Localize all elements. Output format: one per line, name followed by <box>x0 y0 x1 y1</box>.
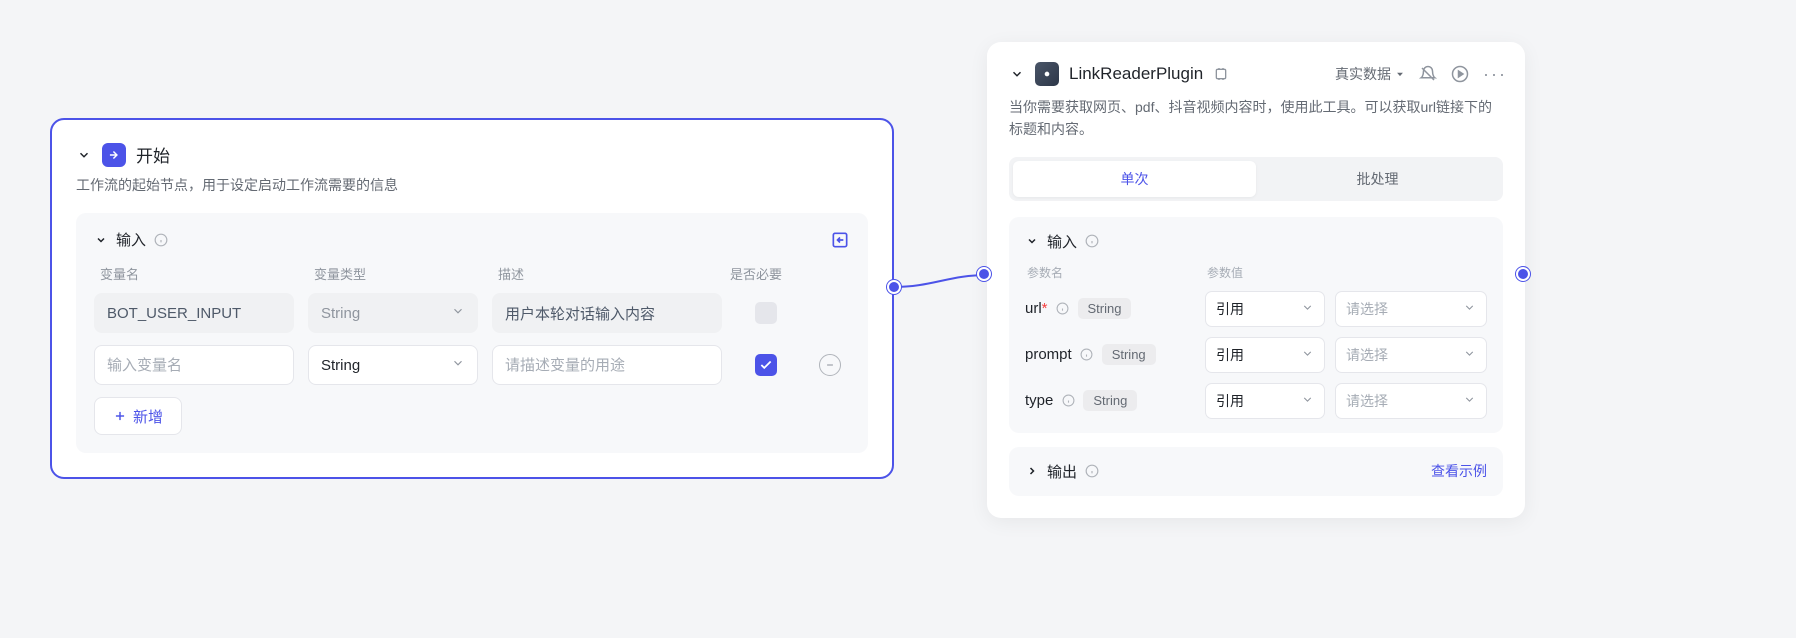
variable-row: String <box>94 293 850 333</box>
collapse-icon[interactable] <box>1009 66 1025 82</box>
type-pill: String <box>1083 390 1137 411</box>
param-row: url* String 引用 请选择 <box>1025 291 1487 327</box>
variable-name-input[interactable] <box>94 345 294 385</box>
chevron-down-icon <box>1463 393 1476 409</box>
data-mode-label: 真实数据 <box>1335 64 1391 84</box>
info-icon[interactable] <box>154 233 168 247</box>
input-handle[interactable] <box>977 267 991 281</box>
chevron-down-icon <box>1301 347 1314 363</box>
ref-label: 引用 <box>1216 299 1244 319</box>
add-button-label: 新增 <box>133 406 163 427</box>
param-col-name: 参数名 <box>1027 264 1197 281</box>
select-placeholder: 请选择 <box>1346 299 1388 319</box>
param-name: url* <box>1025 300 1048 317</box>
variable-type-value: String <box>321 357 360 374</box>
output-handle[interactable] <box>1516 267 1530 281</box>
col-desc: 描述 <box>498 264 716 283</box>
select-placeholder: 请选择 <box>1346 345 1388 365</box>
plugin-node: LinkReaderPlugin 真实数据 ··· 当你需要获取网页、pdf、抖… <box>987 42 1525 518</box>
chevron-down-icon <box>1463 347 1476 363</box>
output-handle[interactable] <box>887 280 901 294</box>
panel-collapse-icon[interactable] <box>94 233 108 247</box>
info-icon[interactable] <box>1085 234 1099 248</box>
param-row: prompt String 引用 请选择 <box>1025 337 1487 373</box>
tab-batch[interactable]: 批处理 <box>1256 161 1499 197</box>
collapse-icon[interactable] <box>76 147 92 163</box>
param-row: type String 引用 请选择 <box>1025 383 1487 419</box>
connection-edge <box>893 265 988 295</box>
type-pill: String <box>1102 344 1156 365</box>
panel-expand-icon[interactable] <box>1025 464 1039 478</box>
chevron-down-icon <box>451 304 465 322</box>
tab-single[interactable]: 单次 <box>1013 161 1256 197</box>
column-headers: 变量名 变量类型 描述 是否必要 <box>94 264 850 293</box>
output-title: 输出 <box>1047 461 1077 482</box>
variable-name-input <box>94 293 294 333</box>
ref-mode-select[interactable]: 引用 <box>1205 337 1325 373</box>
chevron-down-icon <box>1301 393 1314 409</box>
chevron-down-icon <box>1463 301 1476 317</box>
ref-value-select[interactable]: 请选择 <box>1335 383 1487 419</box>
start-icon <box>102 143 126 167</box>
param-name: prompt <box>1025 346 1072 363</box>
plugin-icon <box>1035 62 1059 86</box>
select-placeholder: 请选择 <box>1346 391 1388 411</box>
col-type: 变量类型 <box>314 264 484 283</box>
panel-collapse-icon[interactable] <box>1025 234 1039 248</box>
chevron-down-icon <box>451 356 465 374</box>
import-icon[interactable] <box>830 230 850 250</box>
plugin-output-panel: 输出 查看示例 <box>1009 447 1503 496</box>
input-panel: 输入 变量名 变量类型 描述 是否必要 String <box>76 213 868 453</box>
param-column-headers: 参数名 参数值 <box>1025 264 1487 291</box>
col-name: 变量名 <box>100 264 300 283</box>
pin-icon[interactable] <box>1213 66 1229 82</box>
remove-row-button[interactable] <box>819 354 841 376</box>
variable-type-select[interactable]: String <box>308 345 478 385</box>
start-node-header: 开始 <box>76 142 868 167</box>
mode-tabs: 单次 批处理 <box>1009 157 1503 201</box>
required-checkbox[interactable] <box>755 354 777 376</box>
info-icon[interactable] <box>1085 464 1099 478</box>
chevron-down-icon <box>1301 301 1314 317</box>
start-node-title: 开始 <box>136 142 170 167</box>
variable-type-value: String <box>321 305 360 322</box>
type-pill: String <box>1078 298 1132 319</box>
start-node-description: 工作流的起始节点，用于设定启动工作流需要的信息 <box>76 175 868 195</box>
variable-type-select: String <box>308 293 478 333</box>
ref-mode-select[interactable]: 引用 <box>1205 291 1325 327</box>
required-checkbox <box>755 302 777 324</box>
view-example-link[interactable]: 查看示例 <box>1431 461 1487 481</box>
info-icon[interactable] <box>1056 302 1070 316</box>
ref-value-select[interactable]: 请选择 <box>1335 337 1487 373</box>
variable-desc-input[interactable] <box>492 345 722 385</box>
start-node: 开始 工作流的起始节点，用于设定启动工作流需要的信息 输入 变量名 变量类型 描… <box>50 118 894 479</box>
plugin-input-title: 输入 <box>1047 231 1077 252</box>
plugin-title: LinkReaderPlugin <box>1069 64 1203 84</box>
ref-label: 引用 <box>1216 345 1244 365</box>
play-icon[interactable] <box>1451 65 1469 83</box>
plugin-header: LinkReaderPlugin 真实数据 ··· <box>1009 62 1503 86</box>
data-mode-dropdown[interactable]: 真实数据 <box>1335 64 1405 84</box>
ref-value-select[interactable]: 请选择 <box>1335 291 1487 327</box>
bell-off-icon[interactable] <box>1419 65 1437 83</box>
variable-desc-input <box>492 293 722 333</box>
input-panel-title: 输入 <box>116 229 146 250</box>
more-icon[interactable]: ··· <box>1483 64 1503 85</box>
add-variable-button[interactable]: 新增 <box>94 397 182 435</box>
plugin-description: 当你需要获取网页、pdf、抖音视频内容时，使用此工具。可以获取url链接下的标题… <box>1009 96 1503 141</box>
variable-row: String <box>94 345 850 385</box>
info-icon[interactable] <box>1080 348 1094 362</box>
info-icon[interactable] <box>1061 394 1075 408</box>
ref-mode-select[interactable]: 引用 <box>1205 383 1325 419</box>
ref-label: 引用 <box>1216 391 1244 411</box>
param-col-value: 参数值 <box>1207 264 1327 281</box>
param-name: type <box>1025 392 1053 409</box>
plugin-input-panel: 输入 参数名 参数值 url* String 引用 请选择 <box>1009 217 1503 433</box>
input-panel-header: 输入 <box>94 229 850 250</box>
col-required: 是否必要 <box>730 264 790 283</box>
